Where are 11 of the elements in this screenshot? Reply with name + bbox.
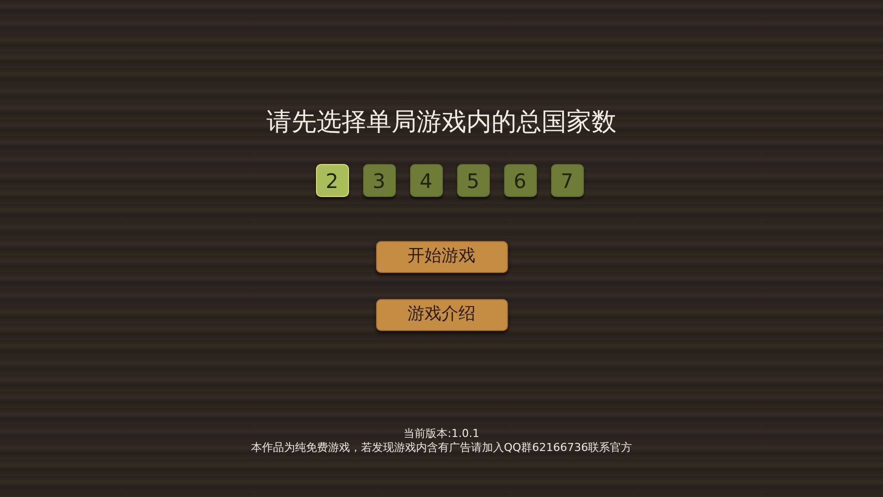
game-intro-button[interactable]: 游戏介绍 bbox=[376, 299, 508, 331]
country-count-button[interactable]: 5 bbox=[456, 164, 490, 197]
country-count-button[interactable]: 7 bbox=[550, 164, 584, 197]
start-game-button[interactable]: 开始游戏 bbox=[376, 241, 508, 273]
country-count-button[interactable]: 4 bbox=[410, 164, 442, 197]
version-text: 当前版本:1.0.1 bbox=[404, 427, 480, 441]
prompt-title: 请先选择单局游戏内的总国家数 bbox=[266, 106, 616, 138]
country-count-button[interactable]: 6 bbox=[504, 164, 536, 197]
country-count-button[interactable]: 3 bbox=[362, 164, 396, 197]
country-count-button[interactable]: 2 bbox=[316, 164, 348, 197]
notice-text: 本作品为纯免费游戏，若发现游戏内含有广告请加入QQ群62166736联系官方 bbox=[250, 441, 632, 455]
